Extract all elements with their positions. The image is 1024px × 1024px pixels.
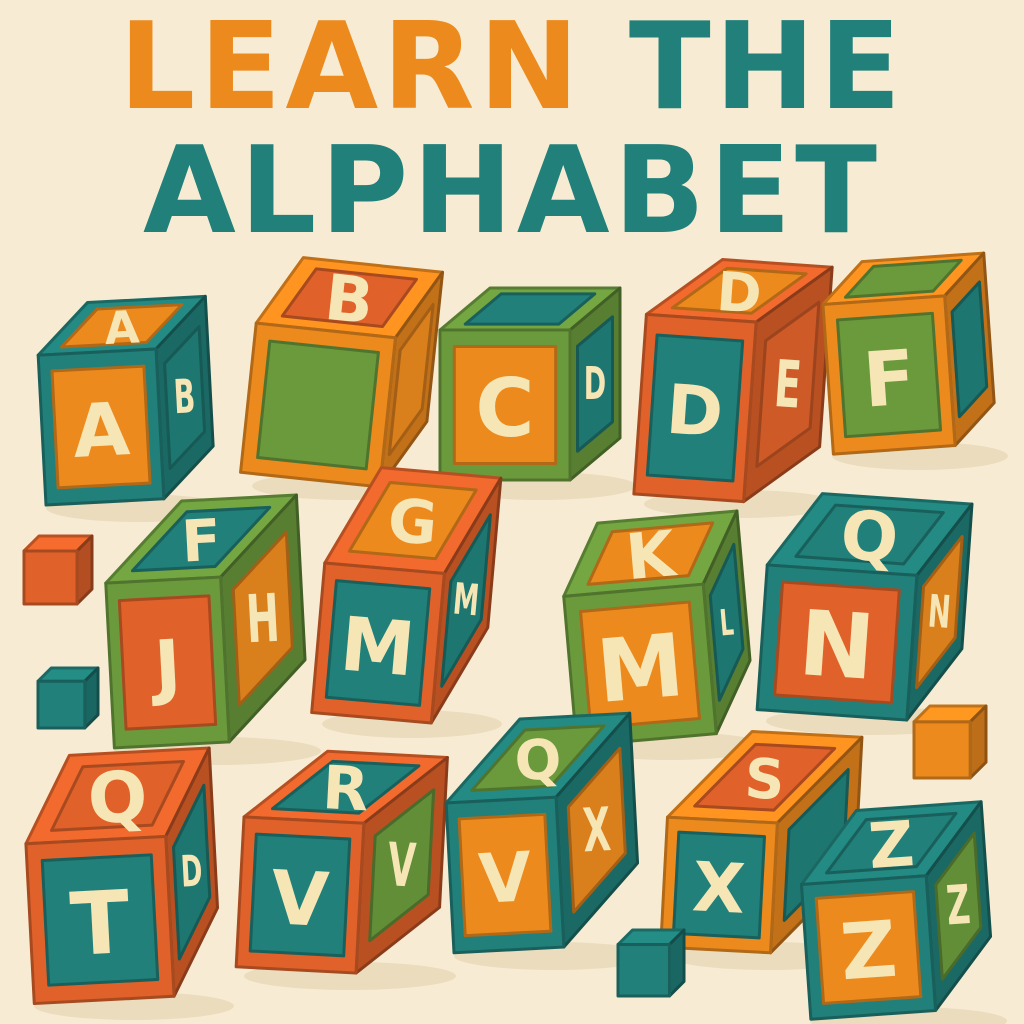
- block-front-letter: V: [477, 838, 534, 920]
- block-r: VRV: [234, 749, 449, 975]
- block-q-3: VQX: [444, 711, 640, 955]
- block-b: B: [239, 256, 445, 489]
- block-g: MGM: [310, 466, 503, 725]
- block-front-letter: N: [796, 592, 878, 701]
- block-f: JFH: [104, 493, 307, 750]
- small-cube-teal-left: [36, 666, 100, 730]
- block-k: MKL: [562, 509, 752, 748]
- block-f-top: F: [821, 251, 996, 456]
- block-q-2: TQD: [24, 746, 220, 1006]
- cube-front: [912, 720, 972, 780]
- block-top-letter: Q: [838, 495, 901, 578]
- small-cube-orange-left: [22, 534, 94, 606]
- block-front-letter: M: [337, 600, 418, 693]
- block-side-letter: M: [451, 575, 481, 627]
- block-top-letter: Z: [866, 807, 916, 883]
- block-top-letter: B: [321, 261, 376, 339]
- block-front-letter: Z: [838, 905, 900, 999]
- block-top-letter: G: [385, 486, 440, 560]
- block-front-letter: D: [664, 371, 726, 454]
- block-front-letter: F: [860, 333, 918, 424]
- block-a: AAB: [36, 294, 215, 507]
- block-front-letter: C: [475, 362, 534, 456]
- block-side-letter: D: [584, 358, 606, 410]
- block-side-letter: V: [386, 829, 418, 901]
- block-top-letter: D: [715, 260, 764, 326]
- block-side-letter: H: [244, 579, 281, 658]
- block-side-letter: N: [926, 585, 952, 639]
- block-top-letter: Q: [86, 755, 150, 840]
- block-c: CD: [438, 286, 622, 482]
- block-front-letter: T: [68, 872, 132, 976]
- block-top-letter: F: [180, 507, 223, 576]
- cube-front: [36, 679, 87, 730]
- block-top-letter: A: [103, 300, 141, 355]
- block-side-letter: B: [172, 370, 196, 426]
- block-q: NQN: [755, 492, 974, 722]
- block-side-letter: X: [581, 794, 612, 866]
- block-top-letter: Q: [513, 727, 563, 793]
- block-front-letter: V: [269, 854, 331, 944]
- block-front-panel: [256, 339, 380, 471]
- block-side-letter: Z: [944, 874, 972, 937]
- block-front-letter: X: [690, 848, 747, 930]
- block-d: DDE: [632, 258, 834, 504]
- block-top-letter: K: [623, 517, 680, 594]
- block-top-letter: R: [321, 753, 371, 825]
- blocks-illustration: AABBC D DDE FJFH MGMMKL NQNTQD VRV VQXXSZZZ: [22, 251, 1008, 1024]
- small-cube-orange-right: [912, 704, 988, 780]
- cube-front: [22, 549, 79, 606]
- block-top-letter: S: [743, 746, 786, 812]
- block-side-letter: E: [772, 345, 804, 423]
- cube-front: [616, 943, 671, 998]
- block-front-letter: A: [71, 387, 132, 475]
- block-front-letter: M: [593, 615, 688, 723]
- block-side-letter: D: [180, 847, 204, 898]
- small-cube-teal-bottom: [616, 928, 686, 998]
